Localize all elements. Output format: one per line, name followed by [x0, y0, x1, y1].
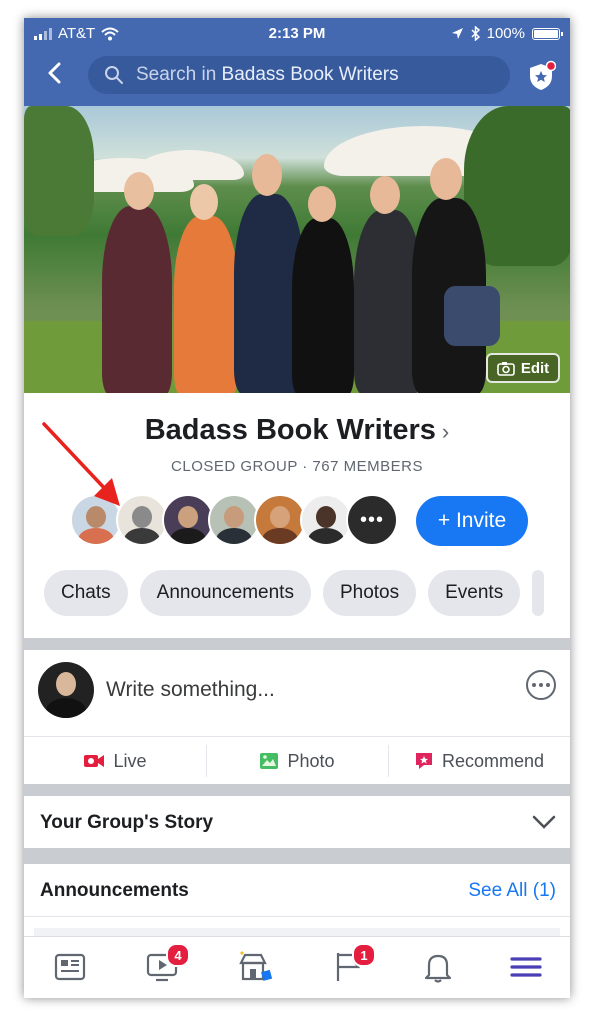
person-head [308, 186, 336, 222]
person [102, 206, 172, 393]
photo-label: Photo [287, 750, 335, 771]
edit-cover-label: Edit [520, 359, 550, 377]
person [292, 218, 354, 393]
post-composer[interactable]: Write something... [24, 650, 570, 736]
notifications-icon[interactable] [420, 949, 456, 985]
tree [24, 106, 94, 236]
search-placeholder: Search in Badass Book Writers [136, 64, 399, 86]
more-members-icon[interactable]: ••• [346, 494, 398, 546]
photo-button[interactable]: Photo [206, 737, 388, 785]
member-avatar[interactable] [208, 494, 260, 546]
recommend-icon [415, 753, 432, 769]
tab-chats[interactable]: Chats [44, 570, 128, 616]
divider [24, 784, 570, 796]
chevron-right-icon: › [441, 419, 450, 444]
person [174, 216, 238, 393]
tab-photos[interactable]: Photos [322, 570, 417, 616]
jacket [444, 286, 500, 346]
battery-percent: 100% [486, 25, 525, 42]
menu-icon[interactable] [508, 949, 544, 985]
divider [24, 848, 570, 864]
pages-icon[interactable]: 1 [330, 943, 376, 985]
announcements-section: Announcements See All (1) [24, 864, 570, 917]
live-label: Live [113, 750, 147, 771]
news-feed-icon[interactable] [52, 949, 88, 985]
watch-icon[interactable]: 4 [144, 943, 190, 985]
umbrella [134, 150, 244, 180]
announcements-title: Announcements [40, 880, 189, 901]
marketplace-icon[interactable] [236, 949, 273, 985]
group-tabs: Chats Announcements Photos Events [44, 570, 545, 616]
member-avatar[interactable] [300, 494, 352, 546]
pages-badge: 1 [352, 943, 376, 967]
invite-button[interactable]: + Invite [416, 496, 528, 546]
see-all-link[interactable]: See All (1) [468, 880, 556, 902]
photo-icon [260, 753, 279, 769]
annotation-arrow-icon [42, 422, 120, 506]
tab-more[interactable] [532, 570, 545, 616]
person-head [252, 154, 282, 196]
live-button[interactable]: Live [24, 737, 206, 785]
composer-actions: Live Photo Recommend [24, 736, 570, 785]
divider [24, 638, 570, 650]
location-icon [451, 28, 463, 39]
group-story-section[interactable]: Your Group's Story [24, 796, 570, 848]
battery-icon [532, 27, 563, 40]
status-bar: AT&T 2:13 PM 100% [24, 18, 570, 48]
member-avatar[interactable] [254, 494, 306, 546]
search-prefix: Search in [136, 64, 222, 85]
cover-photo[interactable]: Edit [24, 106, 570, 393]
person-head [370, 176, 400, 214]
avatar [38, 662, 94, 718]
phone-screen: AT&T 2:13 PM 100% Search in Badass Book … [24, 18, 570, 998]
app-header: AT&T 2:13 PM 100% Search in Badass Book … [24, 18, 570, 106]
search-group-name: Badass Book Writers [221, 64, 399, 85]
watch-badge: 4 [166, 943, 190, 967]
member-avatar[interactable] [162, 494, 214, 546]
camera-icon [497, 361, 515, 376]
chevron-down-icon[interactable] [532, 814, 556, 830]
person-head [124, 172, 154, 210]
search-icon [105, 66, 123, 84]
group-name-text: Badass Book Writers [144, 414, 436, 446]
person-head [190, 184, 218, 220]
bluetooth-icon [471, 26, 480, 41]
tab-announcements[interactable]: Announcements [139, 570, 311, 616]
bottom-tab-bar: 4 1 [24, 936, 570, 998]
edit-cover-button[interactable]: Edit [486, 353, 560, 383]
write-something-input[interactable]: Write something... [106, 678, 275, 702]
group-search-input[interactable]: Search in Badass Book Writers [88, 56, 510, 94]
back-icon[interactable] [44, 61, 68, 85]
admin-shield-icon[interactable] [526, 60, 556, 92]
group-story-title: Your Group's Story [40, 812, 214, 833]
more-options-icon[interactable] [526, 670, 556, 700]
person-head [430, 158, 462, 200]
live-video-icon [84, 755, 105, 767]
tab-events[interactable]: Events [428, 570, 521, 616]
recommend-button[interactable]: Recommend [388, 737, 570, 785]
recommend-label: Recommend [441, 750, 545, 771]
